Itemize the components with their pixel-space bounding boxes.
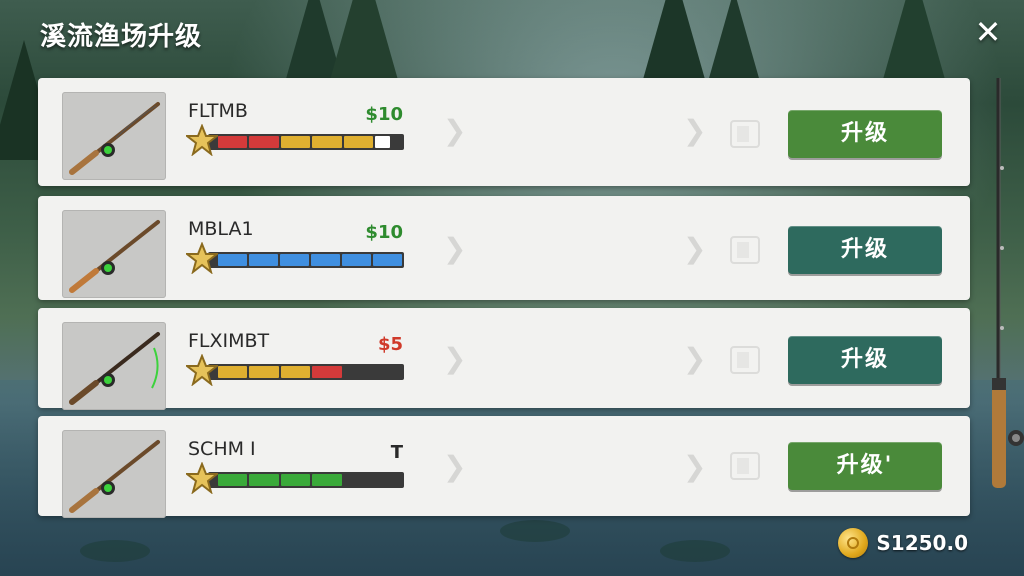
chevron-right-icon: ❯ — [683, 114, 707, 147]
star-icon — [186, 462, 218, 494]
upgrade-button[interactable]: 升级 — [788, 336, 942, 384]
chevron-right-icon: ❯ — [443, 450, 467, 483]
star-icon — [186, 354, 218, 386]
fishing-rod-icon — [69, 102, 160, 175]
star-icon — [186, 242, 218, 274]
chevron-right-icon: ❯ — [683, 450, 707, 483]
rod-price: $10 — [365, 104, 403, 125]
rod-card-1: FLTMB $10 ❯ ❯ 升级 — [38, 78, 970, 186]
close-icon[interactable]: ✕ — [968, 12, 1008, 52]
chevron-right-icon: ❯ — [443, 342, 467, 375]
rod-thumbnail — [62, 92, 166, 180]
rod-thumbnail — [62, 210, 166, 298]
stat-bar — [208, 364, 404, 380]
upgrade-button[interactable]: 升级 — [788, 110, 942, 158]
chevron-right-icon: ❯ — [683, 342, 707, 375]
rod-name: SCHM I — [188, 438, 256, 460]
slot-icon — [730, 452, 760, 480]
currency-amount: S1250.0 — [876, 531, 968, 555]
fishing-rod-icon — [69, 332, 160, 405]
slot-icon — [730, 236, 760, 264]
stat-bar — [208, 472, 404, 488]
star-icon — [186, 124, 218, 156]
rod-card-4: SCHM I T ❯ ❯ 升级' — [38, 416, 970, 518]
currency-display: S1250.0 — [838, 528, 968, 558]
stat-bar — [208, 252, 404, 268]
chevron-right-icon: ❯ — [443, 114, 467, 147]
rod-card-3: FLXIMBT $5 ❯ ❯ 升级 — [38, 308, 970, 410]
rod-price: T — [390, 442, 403, 463]
fishing-rod-icon — [69, 220, 160, 293]
upgrade-button[interactable]: 升级' — [788, 442, 942, 490]
slot-icon — [730, 120, 760, 148]
rod-name: FLXIMBT — [188, 330, 270, 352]
rod-name: MBLA1 — [188, 218, 254, 240]
gold-coin-icon — [838, 528, 869, 558]
chevron-right-icon: ❯ — [443, 232, 467, 265]
decorative-rod-icon — [992, 78, 1024, 488]
rod-price: $10 — [365, 222, 403, 243]
rod-price: $5 — [377, 334, 403, 355]
rod-thumbnail — [62, 322, 166, 410]
fishing-rod-icon — [69, 440, 160, 513]
rod-thumbnail — [62, 430, 166, 518]
rod-card-2: MBLA1 $10 ❯ ❯ 升级 — [38, 196, 970, 300]
upgrade-button[interactable]: 升级 — [788, 226, 942, 274]
stat-bar — [208, 134, 404, 150]
screen-title: 溪流渔场升级 — [40, 22, 203, 52]
rod-name: FLTMB — [188, 100, 248, 122]
slot-icon — [730, 346, 760, 374]
chevron-right-icon: ❯ — [683, 232, 707, 265]
